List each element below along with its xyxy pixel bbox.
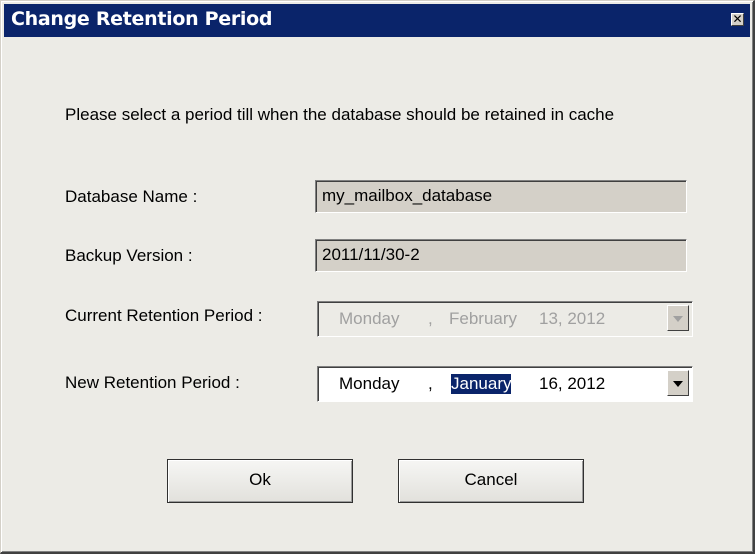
cancel-button[interactable]: Cancel: [398, 459, 584, 503]
backup-version-label: Backup Version :: [65, 246, 193, 265]
title-bar[interactable]: Change Retention Period ✕: [4, 4, 750, 37]
current-weekday: Monday: [339, 309, 400, 328]
window-title: Change Retention Period: [11, 8, 273, 30]
current-day-year: 13, 2012: [539, 309, 606, 328]
current-dropdown-button: [667, 305, 689, 331]
ok-button[interactable]: Ok: [167, 459, 353, 503]
instruction-text: Please select a period till when the dat…: [65, 105, 615, 124]
chevron-down-icon: [673, 316, 683, 322]
new-month[interactable]: January: [451, 374, 512, 394]
new-retention-period-label: New Retention Period :: [65, 373, 240, 392]
current-comma: ,: [428, 309, 433, 328]
close-icon[interactable]: ✕: [731, 13, 744, 26]
database-name-label: Database Name :: [65, 187, 198, 206]
chevron-down-icon: [673, 381, 683, 387]
change-retention-period-dialog: Change Retention Period ✕ Please select …: [0, 0, 755, 554]
backup-version-field: 2011/11/30-2: [315, 239, 687, 272]
current-retention-period-picker: Monday , February 13, 2012: [317, 301, 693, 337]
new-retention-period-picker[interactable]: Monday , January 16, 2012: [317, 366, 693, 402]
current-retention-period-label: Current Retention Period :: [65, 306, 263, 325]
new-dropdown-button[interactable]: [667, 370, 689, 396]
new-comma: ,: [428, 374, 433, 393]
database-name-field: my_mailbox_database: [315, 180, 687, 213]
current-month: February: [449, 309, 518, 328]
new-day-year[interactable]: 16, 2012: [539, 374, 605, 394]
new-weekday[interactable]: Monday: [339, 374, 399, 394]
